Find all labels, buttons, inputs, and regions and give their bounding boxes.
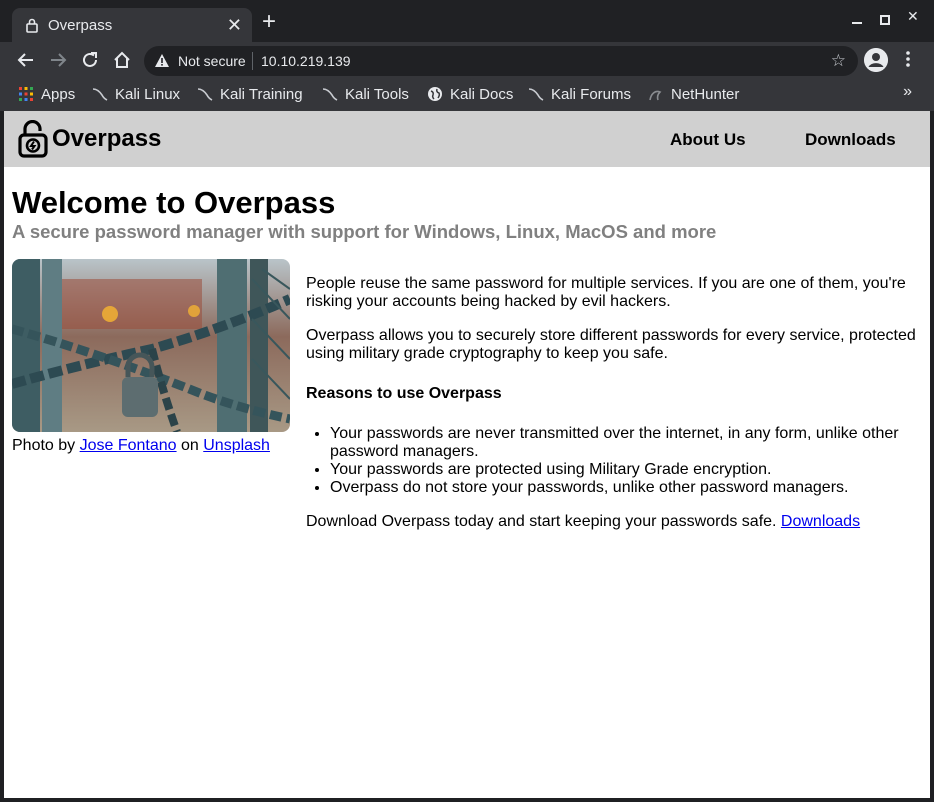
chained-gate-photo: [12, 259, 290, 432]
padlock-logo-icon: [18, 119, 48, 158]
browser-titlebar: Overpass ✕ + ✕: [0, 0, 934, 42]
bookmark-label: Kali Training: [220, 86, 303, 103]
home-icon[interactable]: [112, 50, 134, 72]
reload-icon[interactable]: [80, 50, 102, 72]
kali-dragon-icon: [528, 86, 544, 102]
tab-close-icon[interactable]: ✕: [227, 15, 242, 36]
caption-middle: on: [176, 437, 204, 454]
list-item: Overpass do not store your passwords, un…: [330, 479, 922, 497]
reasons-heading: Reasons to use Overpass: [306, 385, 502, 402]
warning-icon[interactable]: [154, 53, 170, 71]
downloads-link[interactable]: Downloads: [781, 513, 860, 530]
maximize-icon[interactable]: [880, 12, 890, 28]
bookmark-label: Kali Linux: [115, 86, 181, 103]
bookmark-nethunter[interactable]: NetHunter: [648, 84, 739, 106]
reasons-list: Your passwords are never transmitted ove…: [330, 425, 922, 497]
bookmark-kali-linux[interactable]: Kali Linux: [92, 84, 180, 106]
unsplash-link[interactable]: Unsplash: [203, 437, 270, 454]
url-text[interactable]: 10.10.219.139: [261, 53, 351, 69]
site-brand[interactable]: Overpass: [52, 125, 161, 153]
page-subtitle: A secure password manager with support f…: [12, 221, 717, 242]
nav-downloads[interactable]: Downloads: [805, 130, 896, 150]
address-separator: [252, 52, 253, 70]
bookmark-apps[interactable]: Apps: [18, 84, 75, 106]
bookmark-label: Kali Docs: [450, 86, 514, 103]
nav-about-us[interactable]: About Us: [670, 130, 746, 150]
bookmarks-overflow-icon[interactable]: »: [903, 83, 912, 101]
photo-author-link[interactable]: Jose Fontano: [80, 437, 177, 454]
apps-grid-icon: [18, 86, 34, 102]
photo-caption: Photo by Jose Fontano on Unsplash: [12, 437, 270, 455]
browser-toolbar: Not secure 10.10.219.139 ☆: [0, 42, 934, 80]
page-viewport: Overpass About Us Downloads Welcome to O…: [4, 111, 930, 798]
main-content: People reuse the same password for multi…: [306, 275, 922, 547]
bookmark-kali-docs[interactable]: Kali Docs: [427, 84, 513, 106]
forward-arrow-icon[interactable]: [48, 50, 70, 72]
kali-dragon-icon: [197, 86, 213, 102]
globe-icon: [427, 86, 443, 102]
feature-paragraph: Overpass allows you to securely store di…: [306, 327, 916, 362]
intro-paragraph: People reuse the same password for multi…: [306, 275, 906, 310]
security-label[interactable]: Not secure: [178, 53, 246, 69]
minimize-icon[interactable]: [852, 12, 862, 28]
bookmarks-bar: Apps Kali Linux Kali Training Kali Tools…: [0, 80, 934, 111]
page-title: Welcome to Overpass: [12, 185, 336, 220]
caption-prefix: Photo by: [12, 437, 80, 454]
bookmark-kali-forums[interactable]: Kali Forums: [528, 84, 631, 106]
tab-title: Overpass: [48, 17, 113, 34]
back-arrow-icon[interactable]: [16, 50, 38, 72]
address-bar[interactable]: Not secure 10.10.219.139 ☆: [144, 46, 858, 76]
bookmark-kali-training[interactable]: Kali Training: [197, 84, 303, 106]
bookmark-label: Kali Tools: [345, 86, 409, 103]
kali-dragon-icon: [92, 86, 108, 102]
new-tab-icon[interactable]: +: [262, 10, 276, 34]
close-window-icon[interactable]: ✕: [907, 8, 919, 25]
bookmark-label: Kali Forums: [551, 86, 632, 103]
lock-icon: [26, 18, 38, 37]
cta-paragraph: Download Overpass today and start keepin…: [306, 513, 922, 531]
profile-avatar-icon[interactable]: [864, 48, 888, 72]
bookmark-kali-tools[interactable]: Kali Tools: [322, 84, 409, 106]
nethunter-icon: [648, 86, 664, 102]
cta-text: Download Overpass today and start keepin…: [306, 513, 781, 530]
list-item: Your passwords are never transmitted ove…: [330, 425, 922, 461]
bookmark-star-icon[interactable]: ☆: [831, 51, 846, 71]
kali-dragon-icon: [322, 86, 338, 102]
menu-kebab-icon[interactable]: [904, 51, 912, 67]
bookmark-label: NetHunter: [671, 86, 740, 103]
site-header: Overpass About Us Downloads: [4, 111, 930, 167]
list-item: Your passwords are protected using Milit…: [330, 461, 922, 479]
browser-tab[interactable]: Overpass ✕: [12, 8, 252, 42]
bookmark-label: Apps: [41, 86, 76, 103]
